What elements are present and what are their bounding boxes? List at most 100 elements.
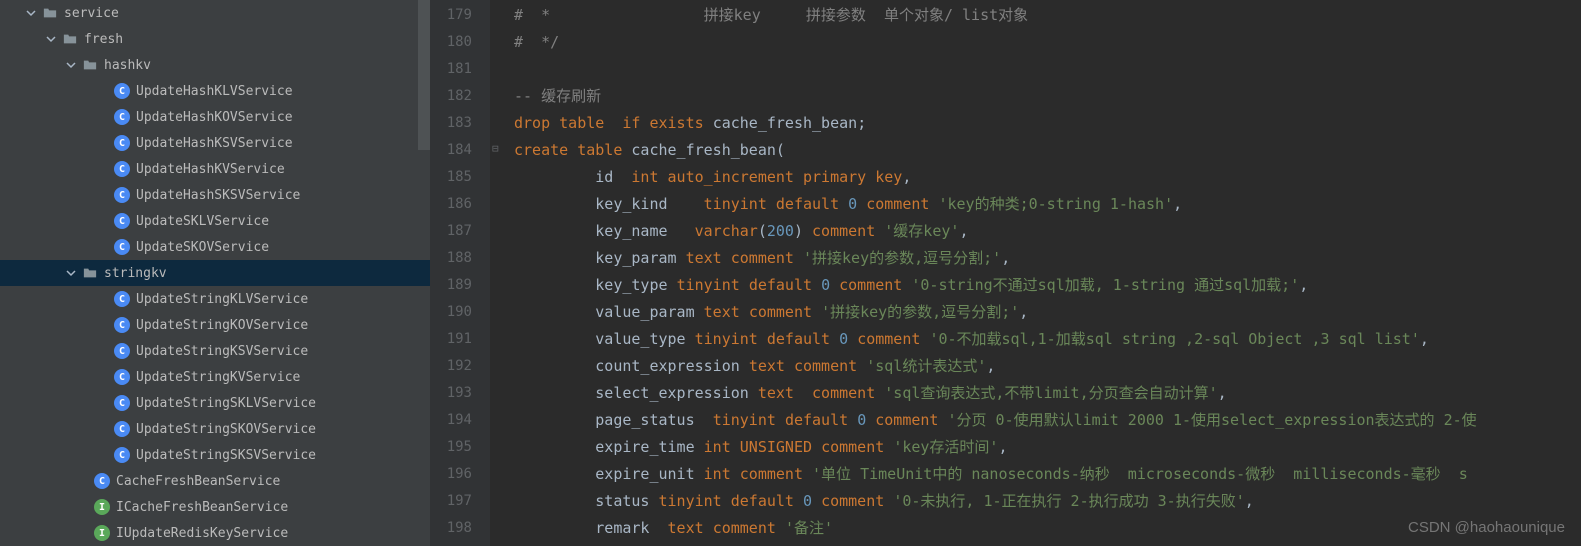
- tree-folder-hashkv[interactable]: hashkv: [0, 52, 430, 78]
- tree-file[interactable]: CUpdateStringSKOVService: [0, 416, 430, 442]
- line-number: 189: [430, 272, 490, 299]
- class-icon: C: [114, 83, 130, 99]
- tree-folder-service[interactable]: service: [0, 0, 430, 26]
- tree-label: UpdateSKOVService: [136, 240, 269, 255]
- editor-gutter[interactable]: 179 180 181 182 183 184 185 186 187 188 …: [430, 0, 490, 546]
- class-icon: C: [114, 135, 130, 151]
- code-line: value_type tinyint default 0 comment '0-…: [490, 326, 1581, 353]
- line-number: 180: [430, 29, 490, 56]
- tree-file[interactable]: C UpdateHashKSVService: [0, 130, 430, 156]
- tree-file[interactable]: I IUpdateRedisKeyService: [0, 520, 430, 546]
- folder-icon: [62, 31, 78, 47]
- code-line: -- 缓存刷新: [490, 83, 1581, 110]
- folder-icon: [82, 57, 98, 73]
- line-number: 194: [430, 407, 490, 434]
- line-number: 182: [430, 83, 490, 110]
- code-line: # */: [490, 29, 1581, 56]
- tree-label: UpdateStringSKLVService: [136, 396, 316, 411]
- tree-file[interactable]: I ICacheFreshBeanService: [0, 494, 430, 520]
- code-editor[interactable]: ⊟ # * 拼接key 拼接参数 单个对象/ list对象 # */ -- 缓存…: [490, 0, 1581, 546]
- tree-file[interactable]: C UpdateStringKSVService: [0, 338, 430, 364]
- code-line: remark text comment '备注': [490, 515, 1581, 542]
- tree-file[interactable]: C UpdateStringSKLVService: [0, 390, 430, 416]
- tree-file[interactable]: C UpdateStringKVService: [0, 364, 430, 390]
- chevron-down-icon: [64, 58, 78, 72]
- class-icon: C: [114, 395, 130, 411]
- tree-file[interactable]: C UpdateHashSKSVService: [0, 182, 430, 208]
- code-line: create table cache_fresh_bean(: [490, 137, 1581, 164]
- project-tree-panel[interactable]: service fresh hashkv C UpdateHashKLVServi…: [0, 0, 430, 546]
- interface-icon: I: [94, 499, 110, 515]
- line-number: 179: [430, 2, 490, 29]
- line-number: 192: [430, 353, 490, 380]
- tree-label: UpdateStringKLVService: [136, 292, 308, 307]
- code-line: [490, 56, 1581, 83]
- tree-label: UpdateHashKLVService: [136, 84, 293, 99]
- folder-icon: [82, 265, 98, 281]
- tree-label: UpdateHashKSVService: [136, 136, 293, 151]
- code-line: value_param text comment '拼接key的参数,逗号分割;…: [490, 299, 1581, 326]
- tree-label: UpdateHashKOVService: [136, 110, 293, 125]
- code-line: expire_unit int comment '单位 TimeUnit中的 n…: [490, 461, 1581, 488]
- tree-file[interactable]: CUpdateSKOVService: [0, 234, 430, 260]
- tree-file[interactable]: C UpdateHashKLVService: [0, 78, 430, 104]
- tree-label: stringkv: [104, 266, 167, 281]
- tree-file[interactable]: CUpdateStringKLVService: [0, 286, 430, 312]
- tree-label: ICacheFreshBeanService: [116, 500, 288, 515]
- code-line: # * 拼接key 拼接参数 单个对象/ list对象: [490, 2, 1581, 29]
- code-line: key_param text comment '拼接key的参数,逗号分割;',: [490, 245, 1581, 272]
- tree-file[interactable]: CUpdateHashKVService: [0, 156, 430, 182]
- line-number: 184: [430, 137, 490, 164]
- code-line: status tinyint default 0 comment '0-未执行,…: [490, 488, 1581, 515]
- tree-label: CacheFreshBeanService: [116, 474, 280, 489]
- tree-label: hashkv: [104, 58, 151, 73]
- code-line: key_type tinyint default 0 comment '0-st…: [490, 272, 1581, 299]
- tree-label: UpdateStringSKSVService: [136, 448, 316, 463]
- code-line: drop table if exists cache_fresh_bean;: [490, 110, 1581, 137]
- tree-file[interactable]: C UpdateStringSKSVService: [0, 442, 430, 468]
- class-icon: C: [114, 343, 130, 359]
- tree-label: fresh: [84, 32, 123, 47]
- tree-label: UpdateStringKVService: [136, 370, 300, 385]
- line-number: 181: [430, 56, 490, 83]
- tree-folder-fresh[interactable]: fresh: [0, 26, 430, 52]
- class-icon: C: [114, 421, 130, 437]
- tree-file[interactable]: CCacheFreshBeanService: [0, 468, 430, 494]
- tree-label: IUpdateRedisKeyService: [116, 526, 288, 541]
- tree-label: UpdateStringKSVService: [136, 344, 308, 359]
- line-number: 197: [430, 488, 490, 515]
- class-icon: C: [114, 109, 130, 125]
- class-icon: C: [114, 187, 130, 203]
- class-icon: C: [114, 317, 130, 333]
- line-number: 190: [430, 299, 490, 326]
- chevron-down-icon: [24, 6, 38, 20]
- code-line: key_kind tinyint default 0 comment 'key的…: [490, 191, 1581, 218]
- code-line: count_expression text comment 'sql统计表达式'…: [490, 353, 1581, 380]
- tree-file[interactable]: C UpdateHashKOVService: [0, 104, 430, 130]
- line-number: 187: [430, 218, 490, 245]
- line-number: 188: [430, 245, 490, 272]
- class-icon: C: [114, 369, 130, 385]
- line-number: 186: [430, 191, 490, 218]
- tree-file[interactable]: CUpdateSKLVService: [0, 208, 430, 234]
- line-number: 183: [430, 110, 490, 137]
- tree-label: UpdateHashKVService: [136, 162, 285, 177]
- class-icon: C: [114, 213, 130, 229]
- fold-minus-icon[interactable]: ⊟: [492, 135, 499, 162]
- interface-icon: I: [94, 525, 110, 541]
- line-number: 196: [430, 461, 490, 488]
- class-icon: C: [114, 447, 130, 463]
- sidebar-scrollbar[interactable]: [418, 0, 430, 150]
- code-line: select_expression text comment 'sql查询表达式…: [490, 380, 1581, 407]
- tree-label: UpdateHashSKSVService: [136, 188, 300, 203]
- tree-file[interactable]: C UpdateStringKOVService: [0, 312, 430, 338]
- tree-label: UpdateStringKOVService: [136, 318, 308, 333]
- code-line: page_status tinyint default 0 comment '分…: [490, 407, 1581, 434]
- chevron-down-icon: [64, 266, 78, 280]
- tree-label: service: [64, 6, 119, 21]
- chevron-down-icon: [44, 32, 58, 46]
- tree-folder-stringkv[interactable]: stringkv: [0, 260, 430, 286]
- code-line: expire_time int UNSIGNED comment 'key存活时…: [490, 434, 1581, 461]
- line-number: 193: [430, 380, 490, 407]
- line-number: 185: [430, 164, 490, 191]
